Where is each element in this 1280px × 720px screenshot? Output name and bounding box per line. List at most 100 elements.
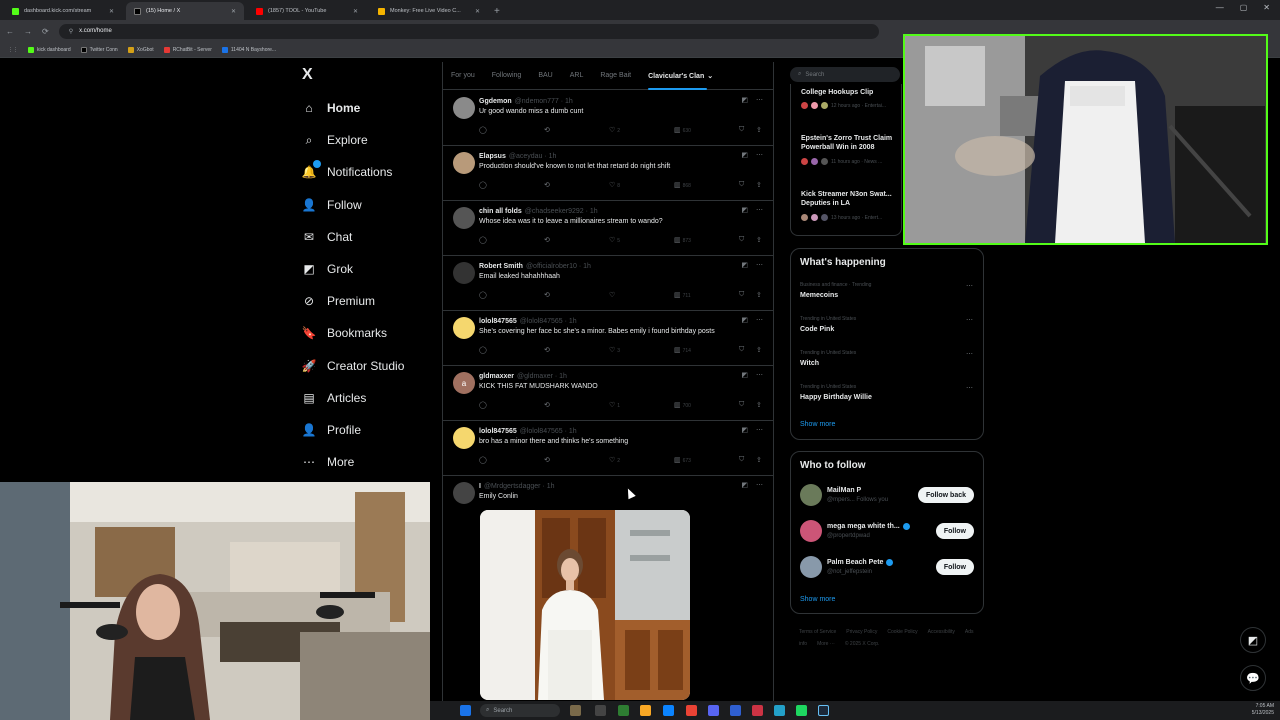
- tweet[interactable]: Ggdemon @ndemon777 · 1h Ur good wando miss…: [443, 91, 773, 146]
- bookmark-button[interactable]: ⛉: [739, 181, 744, 189]
- share-button[interactable]: ⇪: [756, 401, 762, 409]
- share-button[interactable]: ⇪: [756, 291, 762, 299]
- retweet-button[interactable]: ⟲: [544, 236, 550, 244]
- tweet-author-name[interactable]: I: [479, 483, 481, 490]
- messages-float-button[interactable]: 💬: [1240, 665, 1266, 691]
- tweet[interactable]: Elapsus @aceydau · 1h Production should've…: [443, 146, 773, 201]
- follow-suggestion-name[interactable]: MailMan P: [827, 487, 861, 494]
- timeline-tab[interactable]: ARL: [570, 72, 584, 79]
- nav-item-home[interactable]: ⌂ Home: [302, 101, 360, 115]
- back-icon[interactable]: ←: [6, 27, 14, 36]
- views-button[interactable]: ▥ 868: [674, 181, 691, 189]
- task-view-icon[interactable]: [595, 705, 606, 716]
- grok-icon[interactable]: ◩: [741, 96, 748, 104]
- bookmark-item[interactable]: kick dashboard: [28, 46, 71, 53]
- news-headline[interactable]: College Hookups Clip: [801, 88, 901, 97]
- news-headline[interactable]: Kick Streamer N3on Swat... Deputies in L…: [801, 190, 901, 208]
- windows-start-icon[interactable]: [460, 705, 471, 716]
- spotify-icon[interactable]: [796, 705, 807, 716]
- timeline-tab[interactable]: Rage Bait: [600, 72, 631, 79]
- share-button[interactable]: ⇪: [756, 346, 762, 354]
- more-icon[interactable]: ⋯: [756, 151, 763, 159]
- footer-link[interactable]: Privacy Policy: [846, 629, 877, 635]
- bookmark-button[interactable]: ⛉: [739, 401, 744, 409]
- share-button[interactable]: ⇪: [756, 236, 762, 244]
- avatar[interactable]: [453, 262, 475, 284]
- follow-back-button[interactable]: Follow back: [917, 487, 974, 503]
- grok-icon[interactable]: ◩: [741, 481, 748, 489]
- like-button[interactable]: ♡ 1: [609, 401, 620, 409]
- nav-item-articles[interactable]: ▤ Articles: [302, 391, 366, 405]
- more-icon[interactable]: ⋯: [756, 96, 763, 104]
- tweet-author-name[interactable]: Robert Smith: [479, 263, 523, 270]
- footer-link[interactable]: Accessibility: [928, 629, 955, 635]
- views-button[interactable]: ▥ 873: [674, 236, 691, 244]
- timeline-tab[interactable]: BAU: [538, 72, 552, 79]
- like-button[interactable]: ♡ 8: [609, 181, 620, 189]
- grok-icon[interactable]: ◩: [741, 261, 748, 269]
- trend-name[interactable]: Code Pink: [800, 326, 834, 333]
- app-icon-3[interactable]: [752, 705, 763, 716]
- tweet-author-name[interactable]: gldmaxxer: [479, 373, 514, 380]
- avatar[interactable]: [453, 482, 475, 504]
- views-button[interactable]: ▥ 711: [674, 291, 691, 299]
- avatar[interactable]: [453, 97, 475, 119]
- retweet-button[interactable]: ⟲: [544, 291, 550, 299]
- like-button[interactable]: ♡ 2: [609, 126, 620, 134]
- widgets-icon[interactable]: [570, 705, 581, 716]
- more-icon[interactable]: ⋯: [756, 371, 763, 379]
- retweet-button[interactable]: ⟲: [544, 181, 550, 189]
- news-headline[interactable]: Epstein's Zorro Trust Claim Powerball Wi…: [801, 134, 901, 152]
- close-tab-icon[interactable]: ✕: [231, 8, 236, 15]
- close-tab-icon[interactable]: ✕: [109, 8, 114, 15]
- tweet[interactable]: lolol847565 @lolol847565 · 1h bro has a mi…: [443, 421, 773, 476]
- address-bar[interactable]: ⚲ x.com/home: [58, 23, 879, 39]
- new-tab-button[interactable]: +: [494, 6, 500, 17]
- trend-name[interactable]: Memecoins: [800, 292, 838, 299]
- retweet-button[interactable]: ⟲: [544, 401, 550, 409]
- grok-icon[interactable]: ◩: [741, 206, 748, 214]
- footer-link[interactable]: More ···: [817, 641, 835, 647]
- views-button[interactable]: ▥ 630: [674, 126, 691, 134]
- like-button[interactable]: ♡: [609, 291, 617, 299]
- bookmark-button[interactable]: ⛉: [739, 236, 744, 244]
- avatar[interactable]: [800, 556, 822, 578]
- browser-tab[interactable]: dashboard.kick.com/stream ✕: [4, 2, 122, 20]
- retweet-button[interactable]: ⟲: [544, 346, 550, 354]
- app-icon-4[interactable]: [774, 705, 785, 716]
- forward-icon[interactable]: →: [24, 27, 32, 36]
- views-button[interactable]: ▥ 700: [674, 401, 691, 409]
- trend-more-icon[interactable]: ⋯: [966, 316, 973, 324]
- footer-link[interactable]: © 2025 X Corp.: [845, 641, 880, 647]
- minimize-button[interactable]: —: [1216, 3, 1224, 12]
- avatar[interactable]: [453, 427, 475, 449]
- tweet-media[interactable]: [480, 510, 690, 700]
- reply-button[interactable]: ◯: [479, 456, 487, 464]
- bookmark-button[interactable]: ⛉: [739, 126, 744, 134]
- nav-item-bookmarks[interactable]: 🔖 Bookmarks: [302, 326, 388, 340]
- grok-icon[interactable]: ◩: [741, 371, 748, 379]
- more-icon[interactable]: ⋯: [756, 206, 763, 214]
- chrome-icon[interactable]: [686, 705, 697, 716]
- retweet-button[interactable]: ⟲: [544, 456, 550, 464]
- x-search-input[interactable]: ⌕ Search: [790, 67, 900, 82]
- avatar[interactable]: [800, 520, 822, 542]
- avatar[interactable]: [800, 484, 822, 506]
- bookmark-button[interactable]: ⛉: [739, 291, 744, 299]
- tweet-author-name[interactable]: lolol847565: [479, 428, 517, 435]
- avatar[interactable]: [453, 207, 475, 229]
- taskbar-search[interactable]: ⌕ Search: [480, 704, 560, 717]
- avatar[interactable]: a: [453, 372, 475, 394]
- more-icon[interactable]: ⋯: [756, 426, 763, 434]
- nav-item-chat[interactable]: ✉ Chat: [302, 230, 352, 244]
- tweet[interactable]: chin all folds @chadseeker9292 · 1h Whose …: [443, 201, 773, 256]
- timeline-tab[interactable]: Following: [492, 72, 522, 79]
- like-button[interactable]: ♡ 3: [609, 346, 620, 354]
- share-button[interactable]: ⇪: [756, 456, 762, 464]
- retweet-button[interactable]: ⟲: [544, 126, 550, 134]
- app-icon-2[interactable]: [730, 705, 741, 716]
- reply-button[interactable]: ◯: [479, 291, 487, 299]
- tweet-author-name[interactable]: Ggdemon: [479, 98, 512, 105]
- grok-icon[interactable]: ◩: [741, 426, 748, 434]
- tweet-author-name[interactable]: chin all folds: [479, 208, 522, 215]
